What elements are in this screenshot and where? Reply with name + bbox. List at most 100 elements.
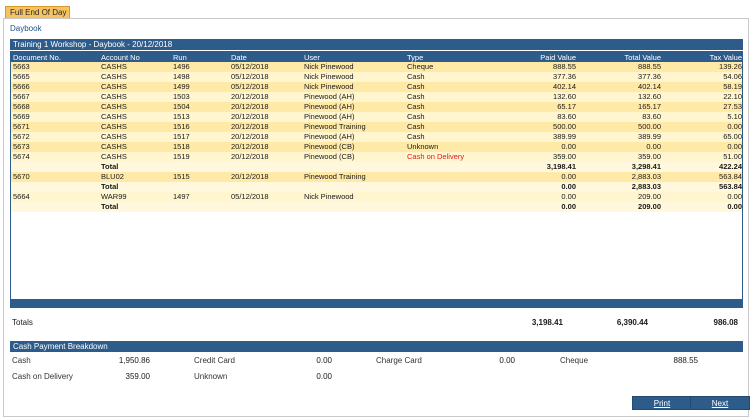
cod-label: Cash on Delivery <box>12 372 73 381</box>
table-cell-type <box>405 172 492 182</box>
table-cell-date: 20/12/2018 <box>229 152 302 162</box>
table-cell-paid: 3,198.41 <box>492 162 578 172</box>
table-row[interactable]: 5666 CASHS 1499 05/12/2018 Nick Pinewood Cash… <box>11 82 742 92</box>
table-cell-user: Pinewood (CB) <box>302 142 405 152</box>
next-button[interactable]: Next <box>690 396 750 410</box>
table-cell-tax: 51.00 <box>663 152 742 162</box>
totals-paid-value: 3,198.41 <box>531 318 563 327</box>
table-cell-account: CASHS <box>99 62 171 72</box>
table-cell-paid: 0.00 <box>492 172 578 182</box>
table-cell-paid: 0.00 <box>492 192 578 202</box>
table-cell-account: CASHS <box>99 112 171 122</box>
table-cell-run: 1516 <box>171 122 229 132</box>
cheque-value: 888.55 <box>673 356 698 365</box>
table-cell-tax: 54.06 <box>663 72 742 82</box>
table-cell-doc: 5668 <box>11 102 99 112</box>
grid-title: Training 1 Workshop - Daybook - 20/12/20… <box>10 39 743 50</box>
table-cell-tax: 0.00 <box>663 202 742 212</box>
table-cell-type: Cheque <box>405 62 492 72</box>
table-row[interactable]: 5674 CASHS 1519 20/12/2018 Pinewood (CB) Cash… <box>11 152 742 162</box>
table-row[interactable]: 5664 WAR99 1497 05/12/2018 Nick Pinewood 0.00… <box>11 192 742 202</box>
table-cell-user: Pinewood (CB) <box>302 152 405 162</box>
table-cell-tax: 422.24 <box>663 162 742 172</box>
table-cell-date <box>229 182 302 192</box>
table-row[interactable]: 5670 BLU02 1515 20/12/2018 Pinewood Training… <box>11 172 742 182</box>
table-cell-paid: 0.00 <box>492 182 578 192</box>
table-cell-user: Nick Pinewood <box>302 72 405 82</box>
table-row[interactable]: 5668 CASHS 1504 20/12/2018 Pinewood (AH) Cash… <box>11 102 742 112</box>
column-header[interactable]: Document No. <box>11 52 99 62</box>
table-cell-doc <box>11 162 99 172</box>
table-cell-total: 377.36 <box>578 72 663 82</box>
table-cell-tax: 563.84 <box>663 172 742 182</box>
credit-card-value: 0.00 <box>316 356 332 365</box>
print-button[interactable]: Print <box>632 396 692 410</box>
table-cell-date: 20/12/2018 <box>229 142 302 152</box>
table-cell-total: 389.99 <box>578 132 663 142</box>
column-header[interactable]: Type <box>405 52 492 62</box>
table-cell-paid: 500.00 <box>492 122 578 132</box>
table-cell-tax: 139.26 <box>663 62 742 72</box>
table-cell-date: 20/12/2018 <box>229 132 302 142</box>
table-cell-account: CASHS <box>99 142 171 152</box>
table-cell-type: Cash <box>405 82 492 92</box>
table-cell-total: 83.60 <box>578 112 663 122</box>
total-row[interactable]: Total 0.00 209.00 0.00 <box>11 202 742 212</box>
table-cell-tax: 0.00 <box>663 142 742 152</box>
table-cell-paid: 377.36 <box>492 72 578 82</box>
table-cell-date: 05/12/2018 <box>229 72 302 82</box>
table-cell-type: Cash on Delivery <box>405 152 492 162</box>
table-cell-paid: 83.60 <box>492 112 578 122</box>
column-header[interactable]: Tax Value <box>663 52 742 62</box>
total-row[interactable]: Total 0.00 2,883.03 563.84 <box>11 182 742 192</box>
daybook-grid[interactable]: Document No. Account No Run Date User Type Pai… <box>10 51 743 308</box>
table-cell-run: 1519 <box>171 152 229 162</box>
table-cell-user: Nick Pinewood <box>302 82 405 92</box>
table-cell-account: CASHS <box>99 102 171 112</box>
unknown-value: 0.00 <box>316 372 332 381</box>
table-cell-doc: 5674 <box>11 152 99 162</box>
table-row[interactable]: 5671 CASHS 1516 20/12/2018 Pinewood Training… <box>11 122 742 132</box>
table-row[interactable]: 5672 CASHS 1517 20/12/2018 Pinewood (AH) Cash… <box>11 132 742 142</box>
table-cell-doc: 5664 <box>11 192 99 202</box>
table-cell-doc: 5663 <box>11 62 99 72</box>
table-cell-user <box>302 162 405 172</box>
table-cell-type <box>405 182 492 192</box>
column-header[interactable]: Account No <box>99 52 171 62</box>
table-row[interactable]: 5669 CASHS 1513 20/12/2018 Pinewood (AH) Cash… <box>11 112 742 122</box>
table-cell-tax: 58.19 <box>663 82 742 92</box>
table-cell-user: Pinewood (AH) <box>302 132 405 142</box>
table-cell-total: 500.00 <box>578 122 663 132</box>
table-cell-user: Pinewood (AH) <box>302 112 405 122</box>
table-cell-doc <box>11 182 99 192</box>
table-row[interactable]: 5667 CASHS 1503 20/12/2018 Pinewood (AH) Cash… <box>11 92 742 102</box>
column-header[interactable]: Total Value <box>578 52 663 62</box>
column-header[interactable]: Paid Value <box>492 52 578 62</box>
table-cell-account: CASHS <box>99 72 171 82</box>
table-row[interactable]: 5673 CASHS 1518 20/12/2018 Pinewood (CB) Unkn… <box>11 142 742 152</box>
column-header[interactable]: User <box>302 52 405 62</box>
table-row[interactable]: 5663 CASHS 1496 05/12/2018 Nick Pinewood Cheq… <box>11 62 742 72</box>
table-cell-user <box>302 202 405 212</box>
table-cell-tax: 65.00 <box>663 132 742 142</box>
table-cell-run: 1515 <box>171 172 229 182</box>
table-cell-account: CASHS <box>99 92 171 102</box>
table-cell-paid: 359.00 <box>492 152 578 162</box>
table-cell-account: WAR99 <box>99 192 171 202</box>
table-cell-total: 209.00 <box>578 192 663 202</box>
table-row[interactable]: 5665 CASHS 1498 05/12/2018 Nick Pinewood Cash… <box>11 72 742 82</box>
table-cell-date <box>229 162 302 172</box>
table-cell-date: 05/12/2018 <box>229 192 302 202</box>
table-cell-paid: 389.99 <box>492 132 578 142</box>
table-cell-date: 05/12/2018 <box>229 82 302 92</box>
table-cell-tax: 22.10 <box>663 92 742 102</box>
table-cell-account: CASHS <box>99 132 171 142</box>
column-header[interactable]: Run <box>171 52 229 62</box>
print-button-label: Print <box>653 399 671 408</box>
table-cell-user <box>302 182 405 192</box>
table-cell-run <box>171 202 229 212</box>
table-cell-type: Cash <box>405 122 492 132</box>
total-row[interactable]: Total 3,198.41 3,298.41 422.24 <box>11 162 742 172</box>
table-cell-account: Total <box>99 182 171 192</box>
column-header[interactable]: Date <box>229 52 302 62</box>
